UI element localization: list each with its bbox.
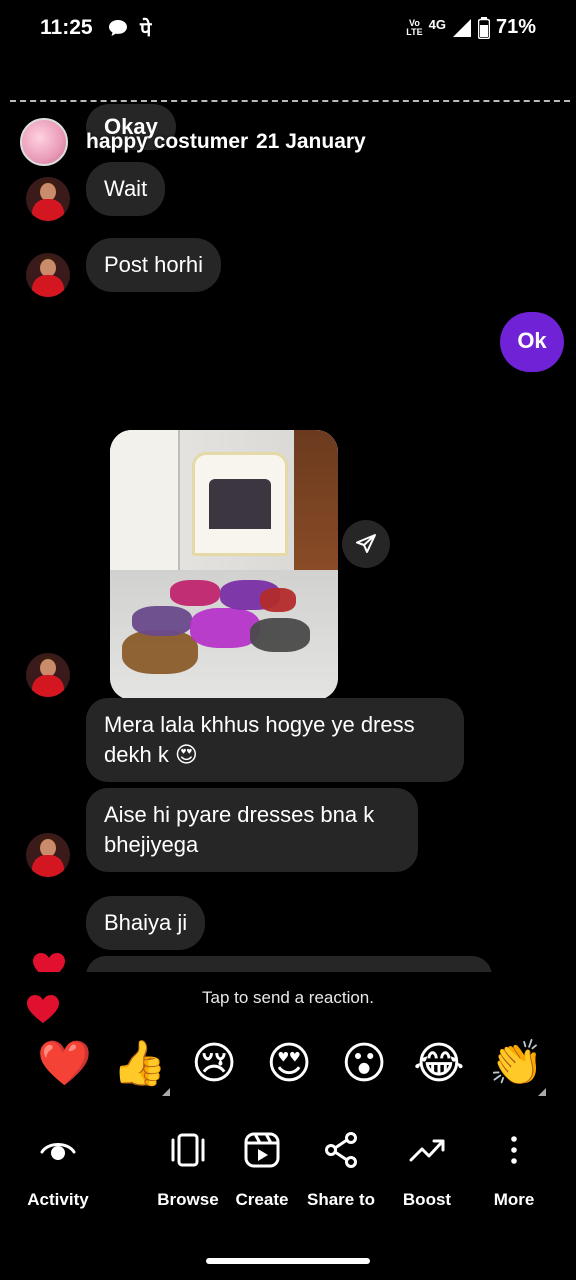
message-bubble-partial[interactable] [86, 956, 492, 972]
message-bubble[interactable]: Bhaiya ji [86, 896, 206, 950]
message-bubble[interactable]: Mera lala khhus hogye ye dress dekh k 😍 [86, 698, 464, 782]
chat-thread[interactable]: Okay happy costumer 21 January Wait Post… [0, 104, 576, 972]
sender-avatar[interactable] [26, 253, 70, 297]
heart-icon [33, 953, 65, 972]
shared-photo[interactable] [110, 430, 338, 700]
dashed-divider [10, 100, 570, 102]
reaction-crying[interactable]: 😢 [188, 1036, 240, 1092]
sender-avatar[interactable] [26, 653, 70, 697]
contact-avatar[interactable] [20, 118, 68, 166]
forward-button[interactable] [342, 520, 390, 568]
sender-avatar[interactable] [26, 833, 70, 877]
eye-icon [40, 1143, 76, 1160]
message-notification-icon [109, 20, 127, 36]
reaction-heart[interactable]: ❤️ [37, 1036, 92, 1092]
status-time: 11:25 [40, 16, 93, 39]
message-bubble[interactable]: Aise hi pyare dresses bna k bhejiyega [86, 788, 418, 872]
sender-avatar[interactable] [26, 177, 70, 221]
reaction-surprised[interactable]: 😮 [338, 1036, 390, 1092]
reels-icon [244, 1132, 280, 1168]
volte-icon: Vo LTE [406, 17, 423, 37]
toolbar-share-to[interactable]: Share to [300, 1120, 382, 1220]
toolbar-more[interactable]: More [482, 1120, 546, 1220]
reaction-clapping[interactable]: 👏 [489, 1036, 544, 1092]
variant-indicator [162, 1088, 170, 1096]
reaction-laughing[interactable]: 😂 [413, 1036, 465, 1092]
toolbar-create[interactable]: Create [230, 1120, 294, 1220]
reaction-heart-eyes[interactable]: 😍 [263, 1036, 315, 1092]
toolbar-browse[interactable]: Browse [152, 1120, 224, 1220]
battery-percent: 71% [495, 16, 536, 38]
browse-icon [171, 1133, 205, 1167]
reaction-emoji-bar: ❤️ 👍 😢 😍 😮 😂 👏 [0, 1036, 576, 1096]
message-bubble[interactable]: Post horhi [86, 238, 222, 292]
share-icon [325, 1132, 357, 1168]
battery-icon [477, 16, 490, 39]
toolbar-activity[interactable]: Activity [18, 1120, 98, 1220]
status-app-char: पे [140, 19, 152, 41]
message-bubble[interactable]: Wait [86, 162, 166, 216]
status-right-group: Vo LTE 4G 71% [406, 16, 536, 39]
reaction-hint: Tap to send a reaction. [201, 988, 374, 1007]
signal-icon [452, 18, 471, 37]
conversation-date: 21 January [256, 130, 366, 153]
contact-name: happy costumer [86, 130, 249, 153]
sent-message-bubble[interactable]: Ok [500, 312, 564, 372]
toolbar-boost[interactable]: Boost [394, 1120, 460, 1220]
network-type: 4G [428, 17, 446, 32]
trending-up-icon [409, 1139, 445, 1162]
status-bar: 11:25 पे Vo LTE 4G 71% [0, 0, 576, 60]
bottom-toolbar: Activity Browse Create Share to Boost Mo… [0, 1120, 576, 1220]
home-indicator[interactable] [206, 1258, 370, 1264]
variant-indicator [538, 1088, 546, 1096]
reaction-thumbs-up[interactable]: 👍 [112, 1036, 167, 1092]
more-vertical-icon [511, 1136, 517, 1164]
paper-plane-icon [356, 534, 376, 553]
